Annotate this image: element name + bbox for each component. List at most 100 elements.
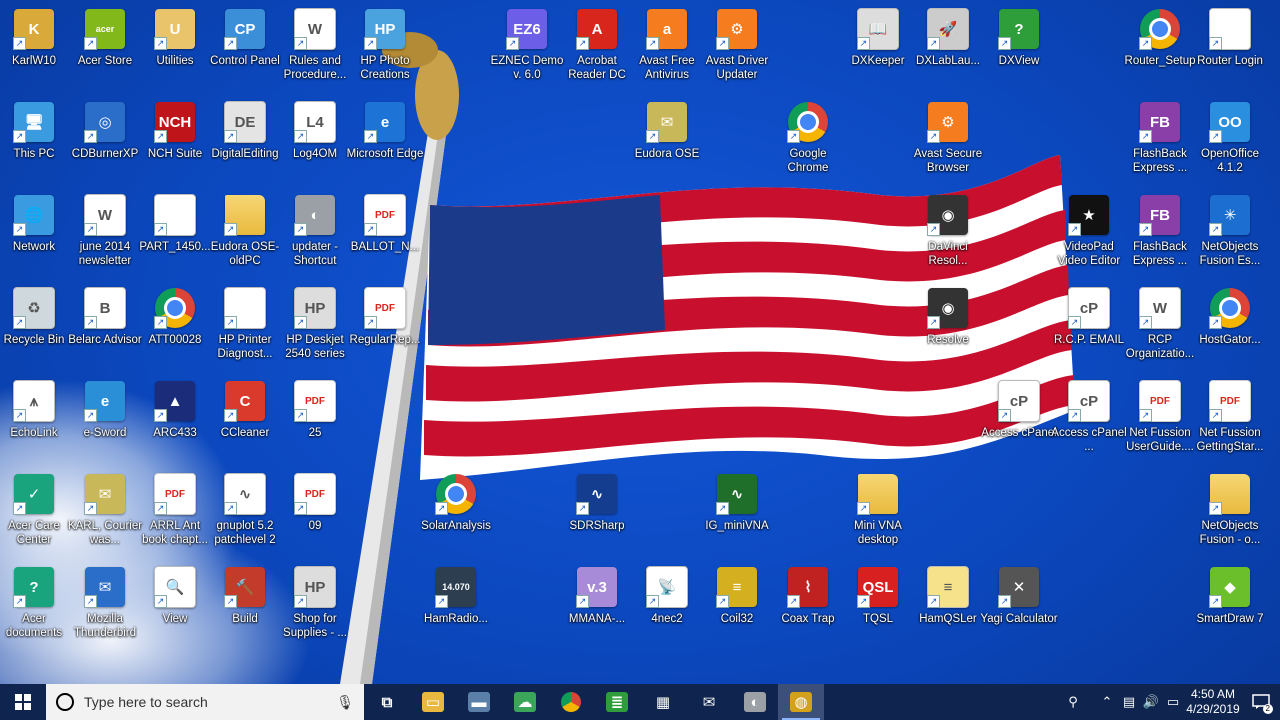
desktop-icon-acer-store[interactable]: acer ↗ Acer Store: [70, 6, 140, 68]
desktop-icon-part-1450[interactable]: ↗ PART_1450...: [139, 192, 211, 254]
taskbar-app-gray-button[interactable]: ◐: [732, 684, 778, 720]
desktop-icon-google-chrome[interactable]: ↗ Google Chrome: [773, 99, 843, 175]
desktop-icon-shop-for-supplies[interactable]: HP ↗ Shop for Supplies - ...: [280, 564, 350, 640]
desktop-icon-arc433[interactable]: ▲ ↗ ARC433: [140, 378, 210, 440]
desktop-icon-arrl-ant-book-chapt[interactable]: PDF ↗ ARRL Ant book chapt...: [140, 471, 210, 547]
desktop-icon-belarc-advisor[interactable]: B ↗ Belarc Advisor: [68, 285, 142, 347]
desktop-icon-view[interactable]: 🔍 ↗ View: [140, 564, 210, 626]
desktop-icon-updater-shortcut[interactable]: ◐ ↗ updater - Shortcut: [280, 192, 350, 268]
desktop-icon-utilities[interactable]: U ↗ Utilities: [140, 6, 210, 68]
taskbar-app-green-button[interactable]: ☁: [502, 684, 548, 720]
keyboard-icon[interactable]: ▭: [1162, 684, 1184, 720]
people-icon[interactable]: ⚲: [1062, 684, 1084, 720]
desktop-icon-access-cpanel[interactable]: cP ↗ Access cPanel: [981, 378, 1057, 440]
desktop-icon-acer-documents[interactable]: ? ↗ Acer documents: [0, 564, 69, 640]
taskbar-notepad-green-button[interactable]: ≣: [594, 684, 640, 720]
desktop-icon-hp-printer-diagnost[interactable]: ↗ HP Printer Diagnost...: [210, 285, 280, 361]
desktop-icon-hamqsler[interactable]: ≡ ↗ HamQSLer: [913, 564, 983, 626]
clock[interactable]: 4:50 AM 4/29/2019: [1184, 687, 1242, 717]
desktop-icon-mini-vna-desktop[interactable]: ↗ Mini VNA desktop: [843, 471, 913, 547]
desktop-icon-hp-photo-creations[interactable]: HP ↗ HP Photo Creations: [350, 6, 420, 82]
taskbar-chrome-button[interactable]: [548, 684, 594, 720]
desktop-icon-june-2014-newsletter[interactable]: W ↗ june 2014 newsletter: [70, 192, 140, 268]
desktop-icon-att00028[interactable]: ↗ ATT00028: [140, 285, 210, 347]
desktop-icon-eudora-ose-oldpc[interactable]: ↗ Eudora OSE-oldPC: [210, 192, 280, 268]
desktop-icon-karl-courier-was[interactable]: ✉ ↗ KARL, Courier was...: [68, 471, 142, 547]
desktop-icon-rules-and-procedure[interactable]: W ↗ Rules and Procedure...: [280, 6, 350, 82]
desktop-icon-cdburnerxp[interactable]: ◎ ↗ CDBurnerXP: [70, 99, 140, 161]
desktop-icon-dxview[interactable]: ? ↗ DXView: [984, 6, 1054, 68]
desktop-icon-eudora-ose[interactable]: ✉ ↗ Eudora OSE: [632, 99, 702, 161]
taskbar-file-explorer-button[interactable]: ▭: [410, 684, 456, 720]
desktop-icon-acer-care-center[interactable]: ✓ ↗ Acer Care Center: [0, 471, 69, 547]
desktop-icon-flashback-express[interactable]: FB ↗ FlashBack Express ...: [1125, 192, 1195, 268]
network-icon[interactable]: ▤: [1118, 684, 1140, 720]
desktop-icon-openoffice-4-1-2[interactable]: OO ↗ OpenOffice 4.1.2: [1195, 99, 1265, 175]
desktop-icon-eznec-demo-v-6-0[interactable]: EZ6 ↗ EZNEC Demo v. 6.0: [491, 6, 563, 82]
desktop-icon-hamradio[interactable]: 14.070 ↗ HamRadio...: [421, 564, 491, 626]
taskbar-search-box[interactable]: 🎙: [46, 684, 364, 720]
taskbar-app-blue-button[interactable]: ▬: [456, 684, 502, 720]
desktop-icon-09[interactable]: PDF ↗ 09: [280, 471, 350, 533]
desktop-icon-dxkeeper[interactable]: 📖 ↗ DXKeeper: [843, 6, 913, 68]
desktop-icon-net-fussion-userguide[interactable]: PDF ↗ Net Fussion UserGuide....: [1125, 378, 1195, 454]
taskbar-mail-button[interactable]: ✉: [686, 684, 732, 720]
desktop-icon-avast-free-antivirus[interactable]: a ↗ Avast Free Antivirus: [632, 6, 702, 82]
desktop-icon-network[interactable]: 🌐 ↗ Network: [0, 192, 69, 254]
desktop-icon-rcp-organizatio[interactable]: W ↗ RCP Organizatio...: [1125, 285, 1195, 361]
desktop-icon-ccleaner[interactable]: C ↗ CCleaner: [210, 378, 280, 440]
desktop-icon-build[interactable]: 🔨 ↗ Build: [210, 564, 280, 626]
desktop-icon-tqsl[interactable]: QSL ↗ TQSL: [843, 564, 913, 626]
desktop-icon-dxlablau[interactable]: 🚀 ↗ DXLabLau...: [913, 6, 983, 68]
desktop-icon-gnuplot-5-2-patchlevel-2[interactable]: ∿ ↗ gnuplot 5.2 patchlevel 2: [210, 471, 280, 547]
start-button[interactable]: [0, 684, 46, 720]
taskbar-app-active-button[interactable]: ◍: [778, 684, 824, 720]
desktop-icon-videopad-video-editor[interactable]: ★ ↗ VideoPad Video Editor: [1054, 192, 1124, 268]
desktop-icon-yagi-calculator[interactable]: ✕ ↗ Yagi Calculator: [980, 564, 1058, 626]
desktop-icon-25[interactable]: PDF ↗ 25: [280, 378, 350, 440]
desktop-icon-flashback-express[interactable]: FB ↗ FlashBack Express ...: [1125, 99, 1195, 175]
desktop-icon-e-sword[interactable]: e ↗ e-Sword: [70, 378, 140, 440]
desktop-icon-acrobat-reader-dc[interactable]: A ↗ Acrobat Reader DC: [562, 6, 632, 82]
desktop-icon-nch-suite[interactable]: NCH ↗ NCH Suite: [140, 99, 210, 161]
desktop-icon-digitalediting[interactable]: DE ↗ DigitalEditing: [210, 99, 280, 161]
desktop-icon-solaranalysis[interactable]: ↗ SolarAnalysis: [421, 471, 491, 533]
desktop-icon-smartdraw-7[interactable]: ◆ ↗ SmartDraw 7: [1195, 564, 1265, 626]
desktop-icon-mmana[interactable]: v.3 ↗ MMANA-...: [562, 564, 632, 626]
desktop-icon-router-setup[interactable]: ↗ Router_Setup: [1125, 6, 1195, 68]
desktop-icon-r-c-p-email[interactable]: cP ↗ R.C.P. EMAIL: [1054, 285, 1124, 347]
desktop-icon-mozilla-thunderbird[interactable]: ✉ ↗ Mozilla Thunderbird: [70, 564, 140, 640]
search-input[interactable]: [82, 693, 337, 711]
desktop-icon-regularrep[interactable]: PDF ↗ RegularRep...: [350, 285, 420, 347]
desktop-icon-coil32[interactable]: ≡ ↗ Coil32: [702, 564, 772, 626]
desktop-icon-avast-driver-updater[interactable]: ⚙ ↗ Avast Driver Updater: [702, 6, 772, 82]
desktop-icon-echolink[interactable]: ⩚ ↗ EchoLink: [0, 378, 69, 440]
desktop-icon-net-fussion-gettingstar[interactable]: PDF ↗ Net Fussion GettingStar...: [1195, 378, 1265, 454]
desktop-icon-hp-deskjet-2540-series[interactable]: HP ↗ HP Deskjet 2540 series: [280, 285, 350, 361]
chevron-up-icon[interactable]: ⌃: [1096, 684, 1118, 720]
desktop-icon-recycle-bin[interactable]: ♻ ↗ Recycle Bin: [0, 285, 69, 347]
microphone-icon[interactable]: 🎙: [336, 694, 354, 711]
desktop-icon-access-cpanel[interactable]: cP ↗ Access cPanel ...: [1051, 378, 1127, 454]
desktop-icon-hostgator[interactable]: ↗ HostGator...: [1195, 285, 1265, 347]
desktop-icon-sdrsharp[interactable]: ∿ ↗ SDRSharp: [562, 471, 632, 533]
desktop-icon-this-pc[interactable]: 🖥 ↗ This PC: [0, 99, 69, 161]
desktop-icon-ballot-n[interactable]: PDF ↗ BALLOT_N...: [350, 192, 420, 254]
desktop-icon-avast-secure-browser[interactable]: ⚙ ↗ Avast Secure Browser: [913, 99, 983, 175]
desktop-icon-netobjects-fusion-o[interactable]: ↗ NetObjects Fusion - o...: [1195, 471, 1265, 547]
desktop-icon-4nec2[interactable]: 📡 ↗ 4nec2: [632, 564, 702, 626]
desktop-icon-router-login[interactable]: ↗ Router Login: [1195, 6, 1265, 68]
taskbar-task-view-button[interactable]: ⧉: [364, 684, 410, 720]
desktop-icon-karlw10[interactable]: K ↗ KarlW10: [0, 6, 69, 68]
taskbar-calculator-button[interactable]: ▦: [640, 684, 686, 720]
desktop-icon-ig-minivna[interactable]: ∿ ↗ IG_miniVNA: [702, 471, 772, 533]
desktop-icon-resolve[interactable]: ◉ ↗ Resolve: [913, 285, 983, 347]
volume-icon[interactable]: 🔊: [1140, 684, 1162, 720]
desktop-icon-control-panel[interactable]: CP ↗ Control Panel: [210, 6, 280, 68]
action-center-button[interactable]: 2: [1242, 684, 1280, 720]
desktop-icon-microsoft-edge[interactable]: e ↗ Microsoft Edge: [347, 99, 423, 161]
desktop-icon-coax-trap[interactable]: ⌇ ↗ Coax Trap: [773, 564, 843, 626]
desktop-icon-log4om[interactable]: L4 ↗ Log4OM: [280, 99, 350, 161]
desktop-icon-davinci-resol[interactable]: ◉ ↗ DaVinci Resol...: [913, 192, 983, 268]
desktop-icon-netobjects-fusion-es[interactable]: ✳ ↗ NetObjects Fusion Es...: [1195, 192, 1265, 268]
